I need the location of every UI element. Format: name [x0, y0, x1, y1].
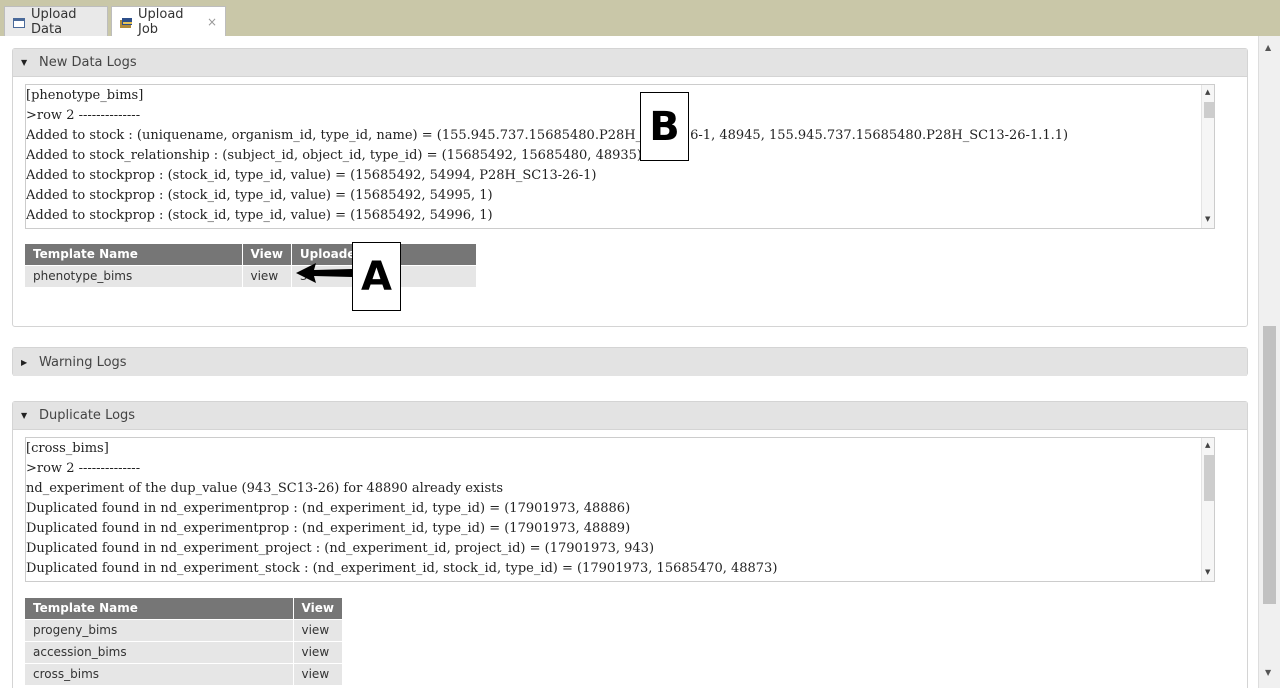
template-table: Template Name View Uploaded phenotype_bims… [25, 244, 477, 287]
scroll-up-icon[interactable]: ▲ [1265, 43, 1271, 52]
panel-header-duplicate-logs[interactable]: ▼ Duplicate Logs [13, 402, 1247, 430]
table-row: accession_bims view [25, 640, 343, 663]
table-cell: accession_bims [25, 640, 294, 663]
main-content: ▼ New Data Logs [phenotype_bims] >row 2 -… [0, 36, 1258, 688]
column-header: View [242, 244, 292, 265]
scroll-thumb[interactable] [1263, 326, 1276, 604]
log-line: >row 2 -------------- [26, 108, 141, 123]
template-table: Template Name View progeny_bims view access… [25, 598, 343, 685]
view-link[interactable]: view [293, 618, 343, 641]
duplicate-log-box[interactable]: [cross_bims] >row 2 -------------- nd_expe… [25, 437, 1215, 582]
log-lines: [phenotype_bims] >row 2 -------------- Add… [26, 85, 1214, 226]
arrow-icon [296, 263, 352, 283]
scroll-up-icon[interactable]: ▲ [1205, 88, 1210, 96]
warning-logs-panel: ▶ Warning Logs [12, 347, 1248, 376]
view-link[interactable]: view [242, 264, 292, 287]
table-cell: cross_bims [25, 662, 294, 685]
scroll-down-icon[interactable]: ▼ [1205, 215, 1210, 223]
log-line: [phenotype_bims] [26, 88, 144, 103]
table-row: progeny_bims view [25, 618, 343, 641]
log-scrollbar[interactable]: ▲ ▼ [1201, 85, 1214, 228]
scroll-down-icon[interactable]: ▼ [1205, 568, 1210, 576]
log-line: nd_experiment of the dup_value (943_SC13… [26, 481, 504, 496]
panel-title: Duplicate Logs [39, 408, 136, 423]
column-header: View [293, 598, 343, 619]
new-data-log-box[interactable]: [phenotype_bims] >row 2 -------------- Add… [25, 84, 1215, 229]
panel-title: New Data Logs [39, 55, 137, 70]
table-row: cross_bims view [25, 662, 343, 685]
log-line: Added to stock_relationship : (subject_i… [26, 148, 642, 163]
caret-down-icon: ▼ [21, 411, 28, 420]
log-line: [cross_bims] [26, 441, 109, 456]
new-data-logs-panel: ▼ New Data Logs [phenotype_bims] >row 2 -… [12, 48, 1248, 327]
log-line: Duplicated found in nd_experiment_projec… [26, 541, 655, 556]
caret-down-icon: ▼ [21, 58, 28, 67]
log-line: Added to stockprop : (stock_id, type_id,… [26, 208, 493, 223]
log-line: Added to stockprop : (stock_id, type_id,… [26, 188, 493, 203]
page-scrollbar[interactable]: ▲ ▼ [1258, 36, 1280, 688]
panel-header-new-data-logs[interactable]: ▼ New Data Logs [13, 49, 1247, 77]
scroll-up-icon[interactable]: ▲ [1205, 441, 1210, 449]
log-line: Duplicated found in nd_experimentprop : … [26, 521, 631, 536]
tab-bar: Upload Data Upload Job × [0, 0, 1280, 37]
log-line: Duplicated found in nd_experimentprop : … [26, 501, 631, 516]
scroll-thumb[interactable] [1204, 455, 1214, 501]
scroll-down-icon[interactable]: ▼ [1265, 668, 1271, 677]
log-line: Added to stockprop : (stock_id, type_id,… [26, 168, 597, 183]
log-line: Duplicated found in nd_experiment_stock … [26, 561, 778, 576]
job-icon [120, 17, 132, 28]
window-icon [13, 17, 25, 28]
table-row: phenotype_bimsview3 [25, 264, 477, 287]
table-cell: phenotype_bims [25, 264, 243, 287]
scroll-thumb[interactable] [1204, 102, 1214, 118]
duplicate-logs-panel: ▼ Duplicate Logs [cross_bims] >row 2 ----… [12, 401, 1248, 688]
caret-right-icon: ▶ [21, 357, 28, 367]
panel-title: Warning Logs [39, 354, 127, 370]
column-header: Template Name [25, 244, 243, 265]
column-header: Template Name [25, 598, 294, 619]
log-lines: [cross_bims] >row 2 -------------- nd_expe… [26, 438, 1214, 579]
tab-upload-job[interactable]: Upload Job × [111, 6, 226, 37]
view-link[interactable]: view [293, 640, 343, 663]
close-icon[interactable]: × [207, 15, 217, 29]
callout-a: A [352, 242, 401, 311]
tab-label: Upload Data [31, 6, 77, 37]
view-link[interactable]: view [293, 662, 343, 685]
callout-b: B [640, 92, 689, 161]
log-line: >row 2 -------------- [26, 461, 141, 476]
table-cell: progeny_bims [25, 618, 294, 641]
tab-label: Upload Job [138, 7, 184, 37]
log-line: Added to stock : (uniquename, organism_i… [26, 128, 1069, 143]
panel-header-warning-logs[interactable]: ▶ Warning Logs [13, 348, 1247, 376]
tab-upload-data[interactable]: Upload Data [4, 6, 108, 37]
log-scrollbar[interactable]: ▲ ▼ [1201, 438, 1214, 581]
